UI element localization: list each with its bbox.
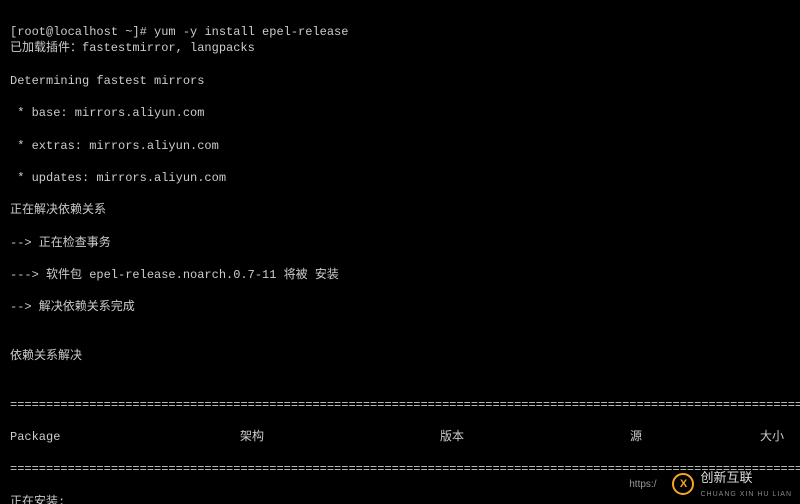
divider-double: ========================================…: [10, 397, 790, 413]
col-version: 版本: [440, 429, 630, 445]
output-line: --> 正在检查事务: [10, 235, 790, 251]
output-line: ---> 软件包 epel-release.noarch.0.7-11 将被 安…: [10, 267, 790, 283]
col-repo: 源: [630, 429, 760, 445]
brand-logo-icon: X: [672, 473, 694, 495]
watermark-url: https:/: [629, 478, 656, 492]
col-arch: 架构: [240, 429, 440, 445]
output-line: --> 解决依赖关系完成: [10, 299, 790, 315]
col-package: Package: [10, 429, 240, 445]
watermark: https:/ X 创新互联 CHUANG XIN HU LIAN: [629, 469, 792, 500]
output-line: * base: mirrors.aliyun.com: [10, 105, 790, 121]
output-line: * extras: mirrors.aliyun.com: [10, 138, 790, 154]
shell-prompt: [root@localhost ~]# yum -y install epel-…: [10, 25, 348, 39]
terminal-output: [root@localhost ~]# yum -y install epel-…: [0, 0, 800, 504]
col-size: 大小: [760, 429, 790, 445]
brand-text: 创新互联 CHUANG XIN HU LIAN: [700, 469, 792, 500]
command-text: yum -y install epel-release: [154, 25, 348, 39]
brand-en: CHUANG XIN HU LIAN: [700, 491, 792, 498]
output-line: * updates: mirrors.aliyun.com: [10, 170, 790, 186]
table-header: Package架构版本源大小: [10, 429, 790, 445]
output-line: 正在解决依赖关系: [10, 202, 790, 218]
brand-cn: 创新互联: [700, 470, 752, 485]
output-line: 已加载插件：fastestmirror, langpacks: [10, 40, 790, 56]
output-line: Determining fastest mirrors: [10, 73, 790, 89]
output-line: 依赖关系解决: [10, 348, 790, 364]
